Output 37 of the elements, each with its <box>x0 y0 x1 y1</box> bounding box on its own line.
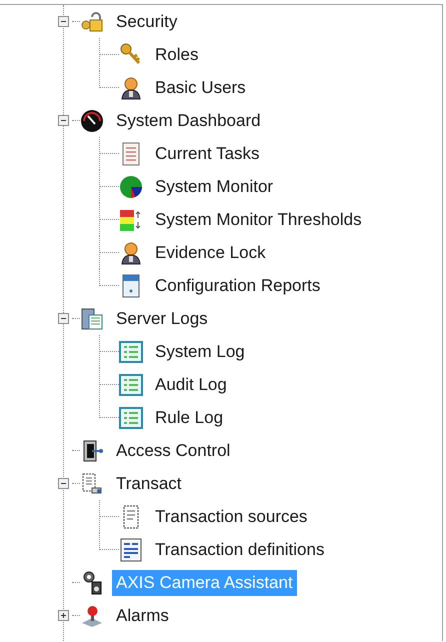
collapse-icon[interactable] <box>58 478 69 489</box>
tree-item[interactable]: Transaction sources <box>151 504 312 530</box>
tree-item[interactable]: Transact <box>112 470 186 496</box>
tree-item[interactable]: Rule Log <box>151 404 228 430</box>
tree-item[interactable]: Current Tasks <box>151 140 264 166</box>
tree-item[interactable]: Evidence Lock <box>151 240 270 266</box>
server-list-icon <box>80 306 104 330</box>
tree-item[interactable]: Basic Users <box>151 74 250 100</box>
user-icon <box>119 240 143 264</box>
tree-item[interactable]: Alarms <box>112 602 173 628</box>
tree-item[interactable]: System Monitor <box>151 174 278 200</box>
alarm-button-icon <box>80 604 104 628</box>
keys-icon <box>119 42 143 66</box>
pie-chart-icon <box>119 174 143 198</box>
tree-item[interactable]: Security <box>112 8 182 34</box>
tree-item[interactable]: Access Control <box>112 438 234 464</box>
collapse-icon[interactable] <box>58 16 69 27</box>
tree-item[interactable]: Configuration Reports <box>151 272 324 298</box>
padlock-keys-icon <box>80 10 104 34</box>
gauge-icon <box>80 108 104 132</box>
user-icon <box>119 76 143 100</box>
log-list-icon <box>119 340 143 364</box>
tree-item[interactable]: Server Logs <box>112 306 212 332</box>
definition-sheet-icon <box>119 538 143 562</box>
tree-item[interactable]: Transaction definitions <box>151 536 328 562</box>
tree-item[interactable]: System Monitor Thresholds <box>151 206 366 232</box>
collapse-icon[interactable] <box>58 313 69 324</box>
tree-item[interactable]: Audit Log <box>151 372 231 398</box>
tree-item[interactable]: System Log <box>151 338 249 364</box>
tree-item[interactable]: Roles <box>151 42 202 68</box>
threshold-bars-icon <box>119 208 143 232</box>
log-list-icon <box>119 372 143 396</box>
receipt-camera-icon <box>80 472 104 496</box>
log-list-icon <box>119 406 143 430</box>
expand-icon[interactable] <box>58 610 69 621</box>
collapse-icon[interactable] <box>58 115 69 126</box>
tree-item[interactable]: System Dashboard <box>112 108 265 134</box>
